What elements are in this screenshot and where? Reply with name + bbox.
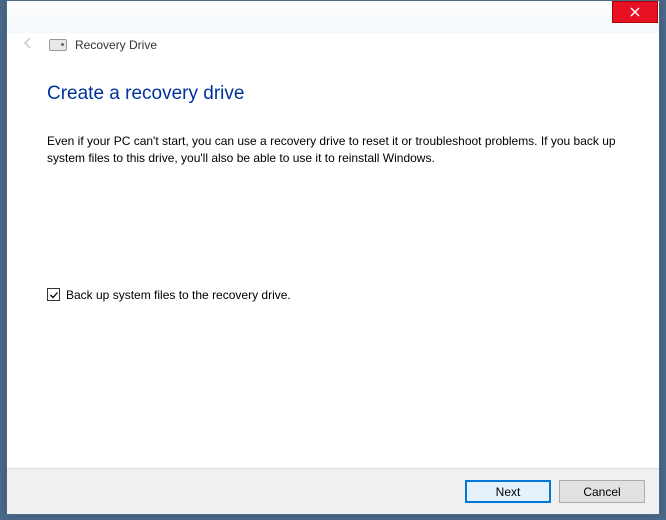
page-title: Create a recovery drive <box>47 83 619 105</box>
window-title: Recovery Drive <box>75 38 157 52</box>
header-row: Recovery Drive <box>7 33 659 65</box>
close-icon <box>630 7 640 17</box>
drive-icon <box>49 39 67 51</box>
cancel-button[interactable]: Cancel <box>559 480 645 503</box>
page-description: Even if your PC can't start, you can use… <box>47 133 617 168</box>
footer: Next Cancel <box>7 468 659 514</box>
recovery-drive-wizard: Recovery Drive Create a recovery drive E… <box>6 0 660 515</box>
next-button[interactable]: Next <box>465 480 551 503</box>
back-arrow-icon <box>21 36 35 55</box>
checkmark-icon <box>49 290 59 300</box>
checkbox-box <box>47 288 60 301</box>
content-area: Create a recovery drive Even if your PC … <box>7 65 659 473</box>
checkbox-label: Back up system files to the recovery dri… <box>66 288 291 302</box>
backup-checkbox[interactable]: Back up system files to the recovery dri… <box>47 288 619 302</box>
titlebar <box>7 1 659 33</box>
close-button[interactable] <box>612 1 658 23</box>
